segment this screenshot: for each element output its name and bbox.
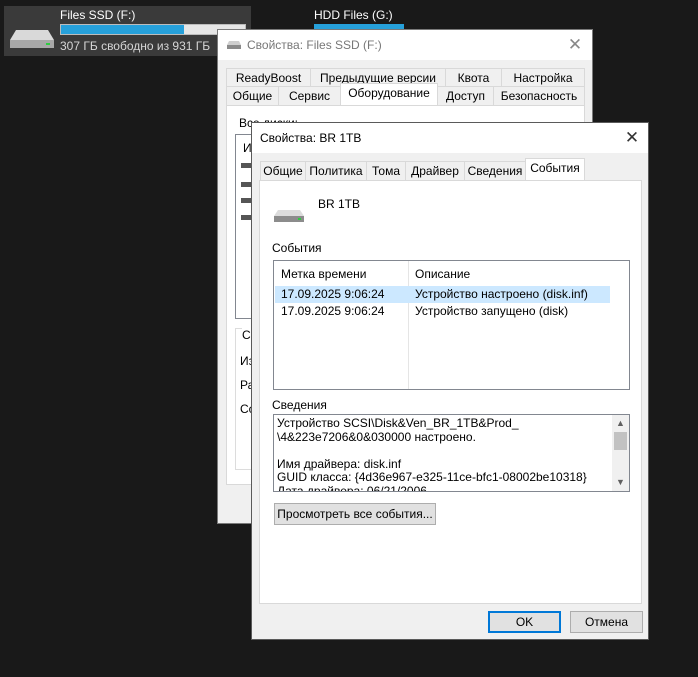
drive-f-free-text: 307 ГБ свободно из 931 ГБ (60, 39, 211, 53)
close-icon[interactable]: ✕ (560, 32, 590, 58)
tab-events[interactable]: События (525, 158, 585, 181)
drive-g-name[interactable]: HDD Files (G:) (314, 8, 393, 22)
view-all-events-button[interactable]: Просмотреть все события... (274, 503, 436, 525)
event-details-text: Устройство SCSI\Disk&Ven_BR_1TB&Prod_ \4… (277, 416, 587, 492)
tab-customize[interactable]: Настройка (501, 68, 585, 88)
ok-button[interactable]: OK (488, 611, 561, 633)
drive-icon (227, 41, 241, 49)
scroll-thumb[interactable] (614, 432, 627, 450)
event-time: 17.09.2025 9:06:24 (281, 287, 385, 301)
events-label: События (272, 241, 322, 255)
event-details-textbox[interactable]: Устройство SCSI\Disk&Ven_BR_1TB&Prod_ \4… (273, 414, 630, 492)
drive-icon (10, 30, 54, 48)
scroll-down-icon[interactable]: ▼ (612, 474, 629, 491)
tab-general[interactable]: Общие (260, 161, 306, 181)
device-properties-window: Свойства: BR 1TB ✕ Общие Политика Тома Д… (251, 122, 649, 640)
tab-sharing[interactable]: Доступ (437, 86, 494, 106)
drive-icon (274, 210, 304, 222)
table-row[interactable]: 17.09.2025 9:06:24 Устройство настроено … (275, 286, 610, 303)
titlebar: Свойства: BR 1TB ✕ (252, 123, 648, 153)
column-header-time[interactable]: Метка времени (281, 267, 366, 281)
column-separator (408, 261, 409, 389)
event-description: Устройство настроено (disk.inf) (415, 287, 588, 301)
device-name: BR 1TB (318, 197, 361, 211)
tab-readyboost[interactable]: ReadyBoost (226, 68, 311, 88)
tab-security[interactable]: Безопасность (493, 86, 585, 106)
tab-details[interactable]: Сведения (464, 161, 526, 181)
tab-general[interactable]: Общие (226, 86, 279, 106)
tab-volumes[interactable]: Тома (366, 161, 406, 181)
table-row[interactable]: 17.09.2025 9:06:24 Устройство запущено (… (275, 303, 610, 320)
tab-hardware[interactable]: Оборудование (340, 83, 438, 106)
details-label: Сведения (272, 398, 327, 412)
events-panel: BR 1TB События Метка времени Описание 17… (259, 180, 642, 604)
event-description: Устройство запущено (disk) (415, 304, 569, 318)
tab-tools[interactable]: Сервис (278, 86, 341, 106)
column-header-description[interactable]: Описание (415, 267, 470, 281)
close-icon[interactable]: ✕ (617, 125, 647, 151)
cancel-button[interactable]: Отмена (570, 611, 643, 633)
scroll-up-icon[interactable]: ▲ (612, 415, 629, 432)
tab-driver[interactable]: Драйвер (405, 161, 465, 181)
details-scrollbar[interactable]: ▲ ▼ (612, 415, 629, 491)
drive-f-usage-fill (61, 25, 185, 34)
window-title: Свойства: BR 1TB (260, 131, 362, 145)
events-table[interactable]: Метка времени Описание 17.09.2025 9:06:2… (273, 260, 630, 390)
group-label: С (242, 328, 251, 342)
titlebar: Свойства: Files SSD (F:) ✕ (218, 30, 592, 60)
event-time: 17.09.2025 9:06:24 (281, 304, 385, 318)
tab-quota[interactable]: Квота (445, 68, 502, 88)
drive-f-name: Files SSD (F:) (60, 8, 136, 22)
tab-policies[interactable]: Политика (305, 161, 367, 181)
window-title: Свойства: Files SSD (F:) (247, 38, 382, 52)
